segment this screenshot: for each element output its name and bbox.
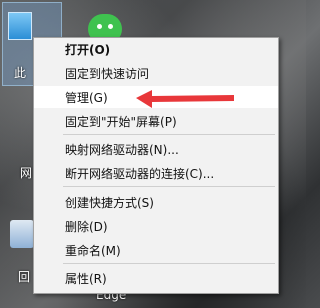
this-pc-label: 此: [14, 66, 27, 80]
menu-item-disconnect-drive[interactable]: 断开网络驱动器的连接(C)...: [34, 162, 278, 184]
menu-item-rename[interactable]: 重命名(M): [34, 239, 278, 261]
menu-item-delete[interactable]: 删除(D): [34, 215, 278, 237]
menu-item-pin-quick-access[interactable]: 固定到快速访问: [34, 62, 278, 84]
menu-item-open[interactable]: 打开(O): [34, 38, 278, 60]
menu-item-label: 固定到快速访问: [65, 67, 150, 81]
menu-item-manage[interactable]: 管理(G): [34, 86, 278, 108]
menu-separator: [63, 134, 275, 135]
recycle-bin-icon[interactable]: [10, 220, 34, 248]
menu-item-label: 删除(D): [65, 220, 108, 234]
menu-item-label: 管理(G): [65, 91, 108, 105]
menu-item-label: 固定到"开始"屏幕(P): [65, 115, 177, 129]
menu-separator: [63, 186, 275, 187]
menu-item-pin-start[interactable]: 固定到"开始"屏幕(P): [34, 110, 278, 132]
menu-item-create-shortcut[interactable]: 创建快捷方式(S): [34, 191, 278, 213]
menu-item-label: 映射网络驱动器(N)...: [65, 143, 179, 157]
this-pc-icon[interactable]: [8, 12, 32, 40]
recycle-bin-label: 回: [18, 270, 31, 284]
context-menu: 打开(O) 固定到快速访问 管理(G) 固定到"开始"屏幕(P) 映射网络驱动器…: [33, 37, 279, 294]
menu-separator: [63, 263, 275, 264]
menu-item-label: 打开(O): [65, 43, 111, 57]
network-label: 网: [20, 166, 33, 180]
menu-item-properties[interactable]: 属性(R): [34, 267, 278, 289]
menu-item-label: 属性(R): [65, 272, 107, 286]
menu-item-label: 创建快捷方式(S): [65, 196, 154, 210]
menu-item-map-drive[interactable]: 映射网络驱动器(N)...: [34, 138, 278, 160]
menu-item-label: 重命名(M): [65, 244, 121, 258]
menu-item-label: 断开网络驱动器的连接(C)...: [65, 167, 215, 181]
